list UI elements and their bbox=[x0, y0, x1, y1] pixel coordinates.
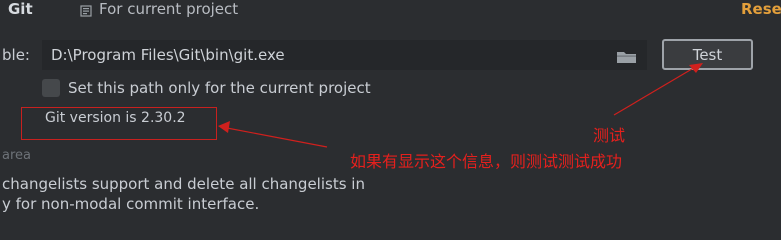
git-path-input[interactable]: D:\Program Files\Git\bin\git.exe bbox=[42, 40, 647, 70]
section-label-area: area bbox=[2, 148, 31, 163]
arrow-to-version-head bbox=[218, 121, 230, 133]
settings-title: Git bbox=[8, 0, 33, 18]
project-scope-icon bbox=[80, 3, 92, 17]
commit-interface-option-text: y for non-modal commit interface. bbox=[2, 195, 260, 213]
changelists-option-text: changelists support and delete all chang… bbox=[2, 175, 365, 193]
reset-link[interactable]: Reset bbox=[741, 0, 781, 18]
scope-label: For current project bbox=[99, 0, 239, 18]
browse-folder-icon[interactable] bbox=[616, 49, 638, 63]
scope-indicator: For current project bbox=[80, 0, 238, 18]
arrow-to-version bbox=[226, 127, 328, 148]
arrow-to-test-button bbox=[613, 65, 698, 116]
git-version-text: Git version is 2.30.2 bbox=[45, 110, 186, 126]
annotation-test-label: 测试 bbox=[593, 126, 626, 145]
project-only-checkbox-label: Set this path only for the current proje… bbox=[68, 79, 371, 97]
git-path-value: D:\Program Files\Git\bin\git.exe bbox=[51, 46, 285, 64]
test-button[interactable]: Test bbox=[662, 39, 753, 70]
annotation-success-note: 如果有显示这个信息，则测试测试成功 bbox=[350, 152, 623, 171]
git-path-label: ble: bbox=[2, 46, 30, 64]
project-only-checkbox[interactable] bbox=[42, 79, 60, 97]
